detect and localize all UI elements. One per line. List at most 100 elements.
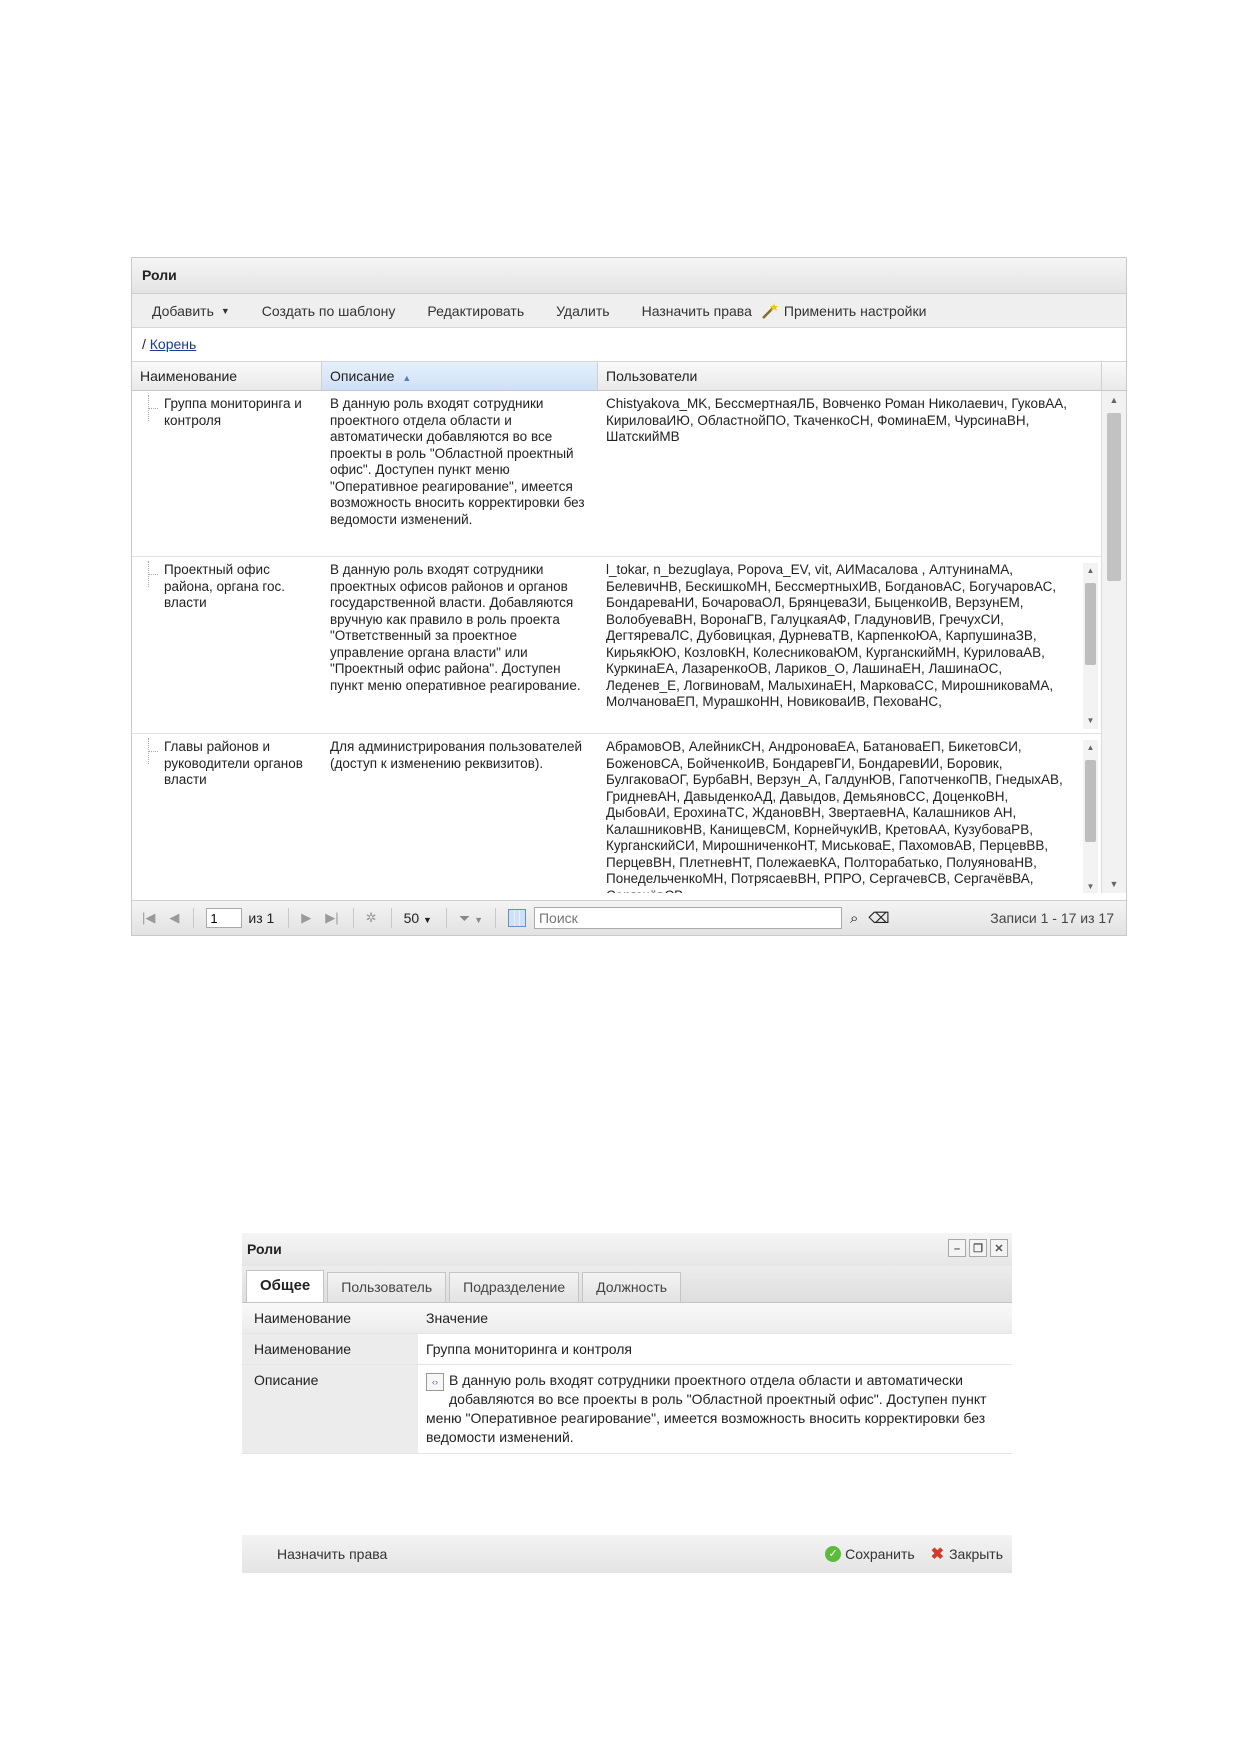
property-row-description[interactable]: Описание ‹› В данную роль входят сотрудн… — [242, 1365, 1012, 1454]
pager-toolbar: |◀ ◀ из 1 ▶ ▶| ✲ 50 ▼ ⏷ ▼ ⌕ ⌫ Записи 1 -… — [132, 900, 1126, 935]
scroll-thumb[interactable] — [1085, 583, 1096, 665]
divider — [390, 908, 392, 928]
row-description: Для администрирования пользователей (дос… — [330, 739, 583, 771]
caret-down-icon: ▼ — [423, 915, 432, 925]
tab-bar: Общее Пользователь Подразделение Должнос… — [242, 1266, 1012, 1303]
divider — [494, 908, 496, 928]
divider — [193, 908, 195, 928]
add-button[interactable]: Добавить ▼ — [152, 303, 230, 319]
pager-next-icon[interactable]: ▶ — [301, 910, 311, 926]
divider — [352, 908, 354, 928]
window-title: Роли — [247, 1241, 282, 1257]
apply-settings-label: Применить настройки — [783, 302, 927, 319]
check-circle-icon: ✓ — [825, 1546, 842, 1562]
panel-title: Роли — [132, 258, 1126, 294]
column-header-name[interactable]: Наименование — [132, 362, 322, 390]
toolbar: Добавить ▼ Создать по шаблону Редактиров… — [132, 294, 1126, 328]
columns-icon[interactable] — [507, 909, 526, 927]
scroll-thumb[interactable] — [1107, 413, 1121, 581]
row-users-scrollbar[interactable]: ▲ ▼ — [1083, 563, 1098, 729]
search-input[interactable] — [533, 907, 842, 929]
property-key-header: Наименование — [254, 1310, 352, 1326]
window-footer: Назначить права ✓ Сохранить ✖ Закрыть — [242, 1535, 1012, 1573]
edit-button[interactable]: Редактировать — [427, 303, 524, 319]
tab-general[interactable]: Общее — [246, 1270, 325, 1302]
records-count: Записи 1 - 17 из 17 — [990, 910, 1114, 926]
red-x-icon: ✖ — [930, 1546, 945, 1563]
add-label: Добавить — [152, 302, 214, 319]
minimize-icon[interactable]: – — [948, 1239, 966, 1257]
filter-icon[interactable]: ⏷ ▼ — [459, 910, 483, 927]
page-size-select[interactable]: 50 ▼ — [404, 910, 432, 926]
eraser-icon[interactable]: ⌫ — [868, 909, 889, 927]
pager-last-icon[interactable]: ▶| — [325, 910, 338, 926]
assign-rights-button[interactable]: Назначить права — [642, 303, 752, 319]
column-header-users[interactable]: Пользователи — [598, 362, 1102, 390]
save-label: Сохранить — [845, 1546, 915, 1562]
binoculars-icon[interactable]: ⌕ — [850, 910, 858, 927]
close-label: Закрыть — [949, 1546, 1003, 1562]
tab-position[interactable]: Должность — [582, 1272, 682, 1302]
page-size-value: 50 — [403, 910, 420, 926]
column-header-description[interactable]: Описание ▲ — [322, 362, 598, 390]
property-key: Наименование — [242, 1334, 418, 1364]
tab-user[interactable]: Пользователь — [327, 1272, 447, 1302]
close-icon[interactable]: ✕ — [990, 1239, 1008, 1257]
role-edit-window: Роли – ❐ ✕ Общее Пользователь Подразделе… — [242, 1233, 1012, 1573]
close-button[interactable]: ✖ Закрыть — [931, 1544, 1003, 1564]
pager-prev-icon[interactable]: ◀ — [169, 910, 179, 926]
scroll-up-icon[interactable]: ▲ — [1083, 563, 1098, 580]
property-value: В данную роль входят сотрудники проектно… — [426, 1372, 987, 1445]
column-header-description-label: Описание — [330, 368, 395, 384]
assign-rights-button[interactable]: Назначить права — [277, 1546, 387, 1562]
property-key: Описание — [242, 1365, 418, 1453]
property-grid-header: Наименование Значение — [242, 1303, 1012, 1334]
table-row[interactable]: Группа мониторинга и контроля В данную р… — [132, 391, 1126, 557]
apply-settings-button[interactable]: Применить настройки — [760, 302, 927, 320]
scroll-up-icon[interactable]: ▲ — [1102, 395, 1126, 405]
divider — [288, 908, 290, 928]
row-name: Главы районов и руководители органов вла… — [132, 734, 322, 893]
grid-header: Наименование Описание ▲ Пользователи — [132, 362, 1126, 391]
save-button[interactable]: ✓ Сохранить — [825, 1546, 915, 1562]
row-name: Группа мониторинга и контроля — [132, 391, 322, 556]
table-row[interactable]: Проектный офис района, органа гос. власт… — [132, 557, 1126, 734]
row-description: В данную роль входят сотрудники проектно… — [330, 396, 585, 527]
table-row[interactable]: Главы районов и руководители органов вла… — [132, 734, 1126, 893]
breadcrumb-separator: / — [142, 336, 146, 352]
row-users: l_tokar, n_bezuglaya, Popova_EV, vit, АИ… — [606, 562, 1057, 709]
breadcrumb-root-link[interactable]: Корень — [150, 336, 197, 352]
scroll-down-icon[interactable]: ▼ — [1102, 879, 1126, 889]
scroll-thumb[interactable] — [1085, 760, 1096, 842]
scroll-up-icon[interactable]: ▲ — [1083, 740, 1098, 757]
create-from-template-button[interactable]: Создать по шаблону — [262, 303, 396, 319]
grid-scrollbar[interactable]: ▲ ▼ — [1101, 391, 1126, 893]
divider — [445, 908, 447, 928]
caret-down-icon: ▼ — [220, 305, 230, 316]
property-value-cell[interactable]: ‹› В данную роль входят сотрудники проек… — [418, 1365, 1012, 1453]
restore-icon[interactable]: ❐ — [969, 1239, 987, 1257]
breadcrumb: / Корень — [132, 328, 1126, 362]
row-users: АбрамовОВ, АлейникСН, АндроноваЕА, Батан… — [606, 739, 1063, 893]
row-name: Проектный офис района, органа гос. власт… — [132, 557, 322, 733]
property-value[interactable]: Группа мониторинга и контроля — [418, 1334, 1012, 1364]
pager-first-icon[interactable]: |◀ — [142, 910, 155, 926]
edit-icon[interactable]: ‹› — [426, 1373, 444, 1391]
roles-grid-panel: Роли Добавить ▼ Создать по шаблону Редак… — [131, 257, 1127, 936]
property-value-header: Значение — [426, 1310, 489, 1326]
grid-body: Группа мониторинга и контроля В данную р… — [132, 391, 1126, 893]
property-row-name[interactable]: Наименование Группа мониторинга и контро… — [242, 1334, 1012, 1365]
tab-department[interactable]: Подразделение — [449, 1272, 580, 1302]
delete-button[interactable]: Удалить — [556, 303, 609, 319]
refresh-icon[interactable]: ✲ — [366, 910, 377, 926]
row-users: Chistyakova_MK, БессмертнаяЛБ, Вовченко … — [606, 396, 1067, 444]
row-users-scrollbar[interactable]: ▲ ▼ — [1083, 740, 1098, 893]
page-number-input[interactable] — [206, 908, 243, 928]
scroll-down-icon[interactable]: ▼ — [1083, 713, 1098, 730]
page-count-label: из 1 — [248, 910, 275, 926]
column-header-spacer — [1102, 362, 1126, 390]
window-title-bar: Роли – ❐ ✕ — [242, 1233, 1012, 1266]
magic-wand-icon — [762, 302, 778, 319]
window-controls: – ❐ ✕ — [948, 1239, 1008, 1257]
scroll-down-icon[interactable]: ▼ — [1083, 879, 1098, 894]
